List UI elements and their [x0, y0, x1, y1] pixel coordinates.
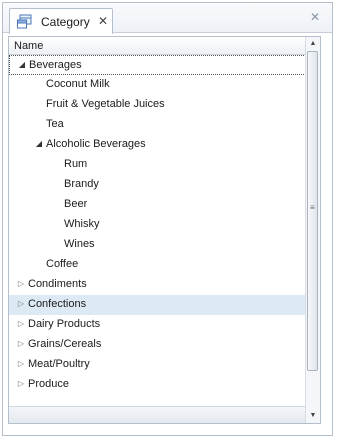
tree-row-label: Produce [28, 378, 69, 390]
tree-row-label: Beer [64, 198, 88, 210]
tree-row-label: Rum [64, 158, 88, 170]
tree-row-label: Whisky [64, 218, 100, 230]
panel-header: Category ✕ ✕ [3, 3, 332, 34]
tree-row-label: Condiments [28, 278, 87, 290]
tree-row-label: Coconut Milk [46, 78, 110, 90]
tree-row-label: Brandy [64, 178, 99, 190]
tree-row-label: Grains/Cereals [28, 338, 102, 350]
tree-row-label: Fruit & Vegetable Juices [46, 98, 165, 110]
tree-row-label: Meat/Poultry [28, 358, 90, 370]
tab-close-icon[interactable]: ✕ [98, 14, 108, 28]
tree-row[interactable]: ▷ Produce [9, 375, 306, 395]
expand-arrow-icon[interactable]: ▷ [16, 319, 26, 329]
tab-category[interactable]: Category ✕ [9, 8, 113, 34]
tree-row-label: Coffee [46, 258, 79, 270]
tree-row-label: Dairy Products [28, 318, 101, 330]
expand-arrow-icon[interactable]: ▷ [16, 279, 26, 289]
tree-row[interactable]: ▷ Dairy Products [9, 315, 306, 335]
tree-row[interactable]: ▷ Meat/Poultry [9, 355, 306, 375]
collapse-arrow-icon[interactable]: ◢ [34, 139, 44, 149]
scroll-up-icon[interactable]: ▲ [306, 37, 320, 51]
tree-row-label: Beverages [29, 59, 82, 71]
category-tree-grid: Name ◢ Beverages Coconut Milk Fruit & Veget… [8, 36, 321, 424]
scroll-grip-icon: ≡ [310, 203, 315, 212]
tree-row[interactable]: Coconut Milk [9, 75, 306, 95]
tree-row[interactable]: Coffee [9, 255, 306, 275]
tree-row-label: Tea [46, 118, 64, 130]
panel-close-icon[interactable]: ✕ [310, 10, 320, 24]
scroll-down-icon[interactable]: ▼ [306, 409, 320, 423]
tree-row[interactable]: ▷ Grains/Cereals [9, 335, 306, 355]
tab-title: Category [41, 15, 90, 29]
tree-row[interactable]: Brandy [9, 175, 306, 195]
tree-row[interactable]: ▷ Confections [9, 295, 306, 315]
tree-row[interactable]: ◢ Alcoholic Beverages [9, 135, 306, 155]
category-table-icon [17, 14, 32, 29]
tree-row[interactable]: Fruit & Vegetable Juices [9, 95, 306, 115]
column-header-name[interactable]: Name [9, 37, 306, 55]
tree-row[interactable]: Beer [9, 195, 306, 215]
tree-row[interactable]: Wines [9, 235, 306, 255]
tree-rows: ◢ Beverages Coconut Milk Fruit & Vegetable … [9, 55, 306, 395]
column-header-label: Name [14, 40, 44, 52]
tree-row[interactable]: Whisky [9, 215, 306, 235]
expand-arrow-icon[interactable]: ▷ [16, 379, 26, 389]
collapse-arrow-icon[interactable]: ◢ [17, 60, 27, 70]
tree-row-label: Wines [64, 238, 95, 250]
category-panel: Category ✕ ✕ Name ◢ Beverages Coconut Milk… [2, 2, 333, 436]
tree-row[interactable]: Rum [9, 155, 306, 175]
tree-row-label: Alcoholic Beverages [46, 138, 146, 150]
tree-row[interactable]: ◢ Beverages [9, 55, 306, 75]
vertical-scrollbar[interactable]: ▲ ≡ ▼ [305, 37, 320, 423]
expand-arrow-icon[interactable]: ▷ [16, 339, 26, 349]
tree-row[interactable]: ▷ Condiments [9, 275, 306, 295]
tree-row-label: Confections [28, 298, 87, 310]
scroll-thumb[interactable]: ≡ [307, 51, 318, 371]
grid-footer [9, 406, 306, 423]
tree-row[interactable]: Tea [9, 115, 306, 135]
expand-arrow-icon[interactable]: ▷ [16, 359, 26, 369]
expand-arrow-icon[interactable]: ▷ [16, 299, 26, 309]
